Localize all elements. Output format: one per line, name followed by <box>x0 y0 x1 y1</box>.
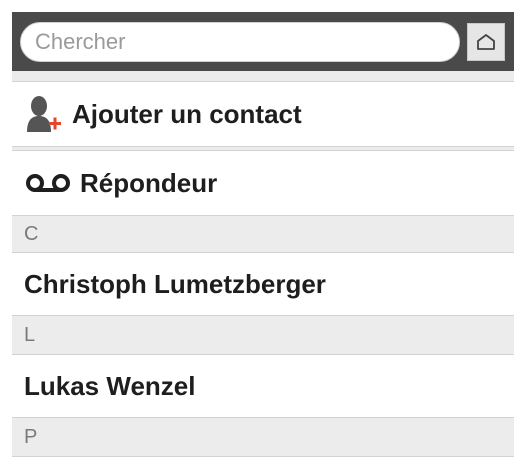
voicemail-icon <box>24 172 72 194</box>
add-contact-label: Ajouter un contact <box>72 98 302 129</box>
contact-row-partial[interactable] <box>12 456 514 474</box>
home-button[interactable] <box>467 23 505 61</box>
add-contact-icon <box>24 94 64 134</box>
section-header-c: C <box>12 216 514 252</box>
add-contact-row[interactable]: Ajouter un contact <box>12 81 514 147</box>
contacts-app: Ajouter un contact Répondeur C Christoph… <box>12 12 514 474</box>
contact-name: Lukas Wenzel <box>24 370 196 401</box>
home-icon <box>477 34 495 50</box>
search-bar <box>12 12 514 71</box>
search-input[interactable] <box>20 22 460 62</box>
contact-name: Christoph Lumetzberger <box>24 268 326 299</box>
voicemail-label: Répondeur <box>80 167 218 198</box>
section-header-l: L <box>12 316 514 354</box>
contact-row[interactable]: Christoph Lumetzberger <box>12 252 514 316</box>
contact-row[interactable]: Lukas Wenzel <box>12 354 514 418</box>
section-header-p: P <box>12 418 514 456</box>
voicemail-row[interactable]: Répondeur <box>12 150 514 216</box>
